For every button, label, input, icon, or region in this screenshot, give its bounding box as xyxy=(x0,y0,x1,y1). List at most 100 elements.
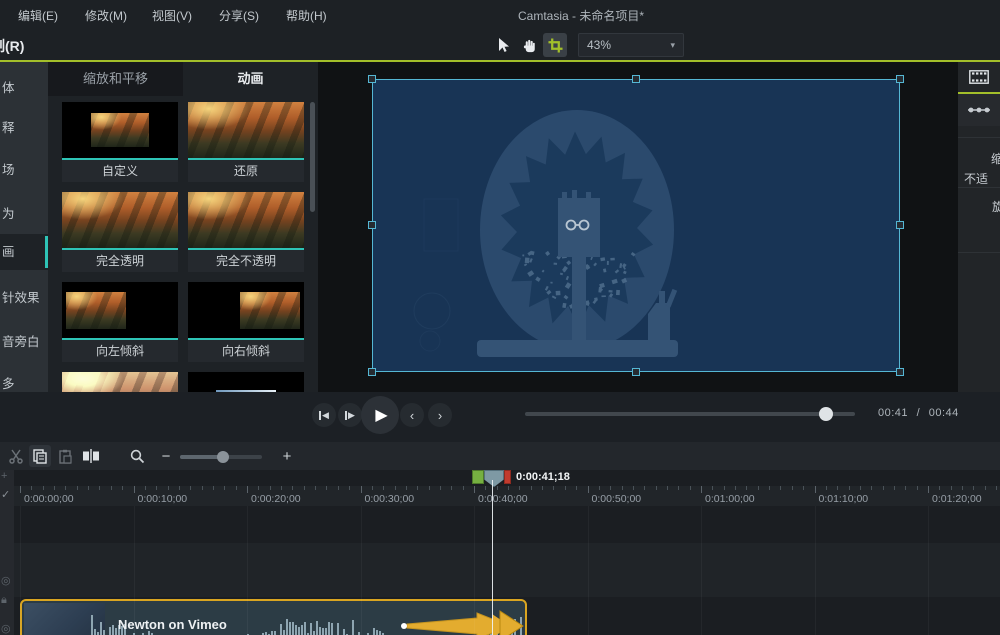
blueprint-media[interactable] xyxy=(372,79,900,372)
record-button[interactable]: 制(R) xyxy=(0,36,24,56)
track-eye-icon[interactable]: ◎ xyxy=(1,622,11,635)
preset-fade-out[interactable]: 完全透明 xyxy=(62,192,178,272)
film-strip-icon xyxy=(969,70,989,84)
seek-knob[interactable] xyxy=(819,407,833,421)
preset-tilt-right[interactable]: 向右倾斜 xyxy=(188,282,304,362)
camtasia-window: 编辑(E) 修改(M) 视图(V) 分享(S) 帮助(H) Camtasia -… xyxy=(0,0,1000,635)
paste-button[interactable] xyxy=(54,445,76,467)
chevron-right-icon: › xyxy=(437,407,443,423)
play-icon: ▶ xyxy=(375,407,388,424)
add-track-icon[interactable]: + xyxy=(1,470,7,482)
divider xyxy=(958,137,1000,138)
split-button[interactable] xyxy=(80,445,102,467)
cursor-icon xyxy=(499,38,509,52)
timeline-ruler[interactable]: 0:00:00;00 0:00:10;00 0:00:20;00 0:00:30;00… xyxy=(14,486,1000,506)
canvas-zoom-select[interactable]: 43% ▾ xyxy=(578,33,684,57)
sidebar-item-media[interactable]: 体 xyxy=(0,70,48,106)
previous-clip-button[interactable]: ‹ xyxy=(400,403,424,427)
audio-points-icon xyxy=(968,107,990,113)
property-label-fragment: 旋 xyxy=(992,200,1000,214)
selection-handle-e[interactable] xyxy=(896,221,904,229)
selection-handle-nw[interactable] xyxy=(368,75,376,83)
track-eye-icon[interactable]: ◎ xyxy=(1,574,11,587)
divider xyxy=(958,187,1000,188)
preset-thumb-image xyxy=(188,192,304,250)
menu-bar: 编辑(E) 修改(M) 视图(V) 分享(S) 帮助(H) Camtasia -… xyxy=(0,0,1000,30)
preset-tilt-left[interactable]: 向左倾斜 xyxy=(62,282,178,362)
timeline-zoom-button[interactable] xyxy=(126,445,148,467)
sidebar-item-voice-narration[interactable]: 音旁白 xyxy=(0,324,48,360)
menu-share[interactable]: 分享(S) xyxy=(219,7,259,24)
preset-thumb-image xyxy=(240,292,300,329)
preset-thumb-image xyxy=(91,113,149,147)
track-gutter: + ✓ ◎ 🔒︎ ◎ xyxy=(0,470,14,635)
timeline-clip-newton[interactable]: Newton on Vimeo xyxy=(20,599,527,635)
track-area[interactable]: Newton on Vimeo xyxy=(14,506,1000,635)
sidebar-item-transitions[interactable]: 场 xyxy=(0,152,48,188)
track-lane-2[interactable] xyxy=(14,543,1000,597)
copy-button[interactable] xyxy=(29,445,51,467)
selection-handle-ne[interactable] xyxy=(896,75,904,83)
tab-zoom-n-pan[interactable]: 缩放和平移 xyxy=(48,62,183,96)
preset-partial-7[interactable] xyxy=(62,372,178,392)
tab-audio-properties[interactable] xyxy=(958,94,1000,126)
step-back-button[interactable]: ◀ xyxy=(312,403,336,427)
pan-tool-button[interactable] xyxy=(517,33,541,57)
copy-icon xyxy=(33,448,47,464)
playhead-in-handle[interactable] xyxy=(472,470,484,484)
properties-panel: 缩 不适 旋 xyxy=(958,62,1000,392)
hand-icon xyxy=(523,39,535,52)
track-lock-icon[interactable]: 🔒︎ xyxy=(1,594,7,607)
sidebar-item-annotations[interactable]: 释 xyxy=(0,110,48,146)
plus-icon: + xyxy=(282,447,292,465)
canvas-stage[interactable] xyxy=(318,62,958,392)
step-forward-button[interactable]: ▶ xyxy=(338,403,362,427)
tab-animations[interactable]: 动画 xyxy=(183,62,318,96)
sidebar-item-cursor-effects[interactable]: 针效果 xyxy=(0,280,48,316)
selection-handle-w[interactable] xyxy=(368,221,376,229)
animation-arrow[interactable] xyxy=(22,601,525,635)
crop-tool-button[interactable] xyxy=(543,33,567,57)
player-time: 00:41 / 00:44 xyxy=(878,407,959,419)
time-separator: / xyxy=(916,407,921,419)
panel-scrollbar[interactable] xyxy=(310,102,315,212)
animation-start-dot[interactable] xyxy=(401,623,407,629)
menu-view[interactable]: 视图(V) xyxy=(152,7,192,24)
playhead-head[interactable] xyxy=(484,470,504,487)
minus-icon: − xyxy=(161,447,171,465)
animations-panel: 缩放和平移 动画 自定义 还原 完全透明 完全不透明 向左倾斜 向右倾斜 xyxy=(48,62,318,392)
scissors-icon xyxy=(9,449,23,464)
preset-grid: 自定义 还原 完全透明 完全不透明 向左倾斜 向右倾斜 xyxy=(48,96,318,392)
selection-handle-n[interactable] xyxy=(632,75,640,83)
cut-button[interactable] xyxy=(5,445,27,467)
tools-sidebar: 体 释 场 为 画 针效果 音旁白 多 xyxy=(0,62,48,392)
sidebar-item-animations[interactable]: 画 xyxy=(0,234,48,270)
zoom-in-button[interactable]: + xyxy=(276,445,298,467)
zoom-out-button[interactable]: − xyxy=(155,445,177,467)
menu-help[interactable]: 帮助(H) xyxy=(286,7,327,24)
playhead-out-handle[interactable] xyxy=(504,470,511,484)
timeline-toolbar: − + xyxy=(0,442,1000,470)
preset-restore[interactable]: 还原 xyxy=(188,102,304,182)
play-button[interactable]: ▶ xyxy=(361,396,399,434)
tab-visual-properties[interactable] xyxy=(958,62,1000,94)
crop-icon xyxy=(547,37,563,53)
timeline-zoom-slider[interactable] xyxy=(180,451,262,463)
selection-handle-sw[interactable] xyxy=(368,368,376,376)
check-icon[interactable]: ✓ xyxy=(1,488,10,501)
preset-custom[interactable]: 自定义 xyxy=(62,102,178,182)
preset-fade-in[interactable]: 完全不透明 xyxy=(188,192,304,272)
menu-edit[interactable]: 编辑(E) xyxy=(18,7,58,24)
menu-modify[interactable]: 修改(M) xyxy=(85,7,127,24)
step-back-icon: ◀ xyxy=(319,410,329,421)
seek-bar[interactable] xyxy=(525,407,855,421)
selection-handle-se[interactable] xyxy=(896,368,904,376)
sidebar-item-behaviors[interactable]: 为 xyxy=(0,196,48,232)
next-clip-button[interactable]: › xyxy=(428,403,452,427)
canvas-zoom-value: 43% xyxy=(587,38,612,52)
cursor-tool-button[interactable] xyxy=(491,33,515,57)
playhead-line[interactable] xyxy=(492,480,493,635)
preset-partial-8[interactable] xyxy=(188,372,304,392)
zoom-slider-knob[interactable] xyxy=(216,451,229,463)
selection-handle-s[interactable] xyxy=(632,368,640,376)
